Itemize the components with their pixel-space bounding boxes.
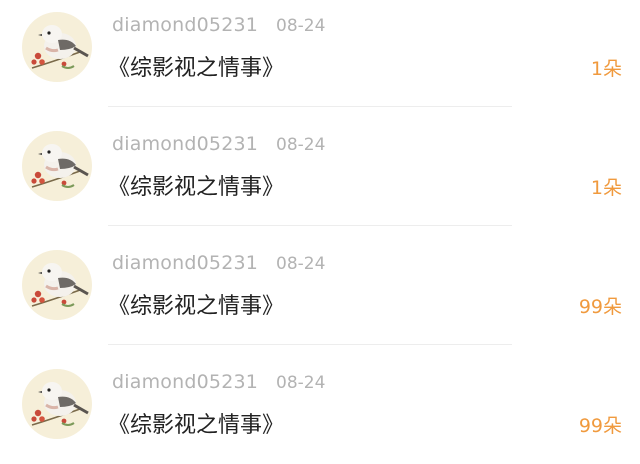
list-item[interactable]: diamond05231 08-24 《综影视之情事》 99朵	[0, 238, 640, 357]
timestamp: 08-24	[276, 16, 326, 36]
username[interactable]: diamond05231	[112, 252, 258, 274]
username[interactable]: diamond05231	[112, 371, 258, 393]
avatar[interactable]	[22, 131, 92, 201]
divider	[108, 225, 512, 226]
list-item[interactable]: diamond05231 08-24 《综影视之情事》 1朵	[0, 119, 640, 238]
list-item[interactable]: diamond05231 08-24 《综影视之情事》 99朵	[0, 357, 640, 464]
username[interactable]: diamond05231	[112, 133, 258, 155]
book-title[interactable]: 《综影视之情事》	[108, 407, 284, 439]
divider	[108, 106, 512, 107]
gift-count: 99朵	[578, 415, 622, 437]
timestamp: 08-24	[276, 373, 326, 393]
bird-avatar-icon	[31, 25, 89, 69]
username[interactable]: diamond05231	[112, 14, 258, 36]
list-item[interactable]: diamond05231 08-24 《综影视之情事》 1朵	[0, 0, 640, 119]
gift-count: 1朵	[590, 58, 622, 80]
bird-avatar-icon	[31, 382, 89, 426]
bird-avatar-icon	[31, 263, 89, 307]
gift-record-list: diamond05231 08-24 《综影视之情事》 1朵 diamond05…	[0, 0, 640, 464]
avatar[interactable]	[22, 369, 92, 439]
gift-count: 99朵	[578, 296, 622, 318]
book-title[interactable]: 《综影视之情事》	[108, 169, 284, 201]
avatar[interactable]	[22, 250, 92, 320]
book-title[interactable]: 《综影视之情事》	[108, 288, 284, 320]
bird-avatar-icon	[31, 144, 89, 188]
timestamp: 08-24	[276, 254, 326, 274]
book-title[interactable]: 《综影视之情事》	[108, 50, 284, 82]
timestamp: 08-24	[276, 135, 326, 155]
gift-count: 1朵	[590, 177, 622, 199]
avatar[interactable]	[22, 12, 92, 82]
divider	[108, 344, 512, 345]
